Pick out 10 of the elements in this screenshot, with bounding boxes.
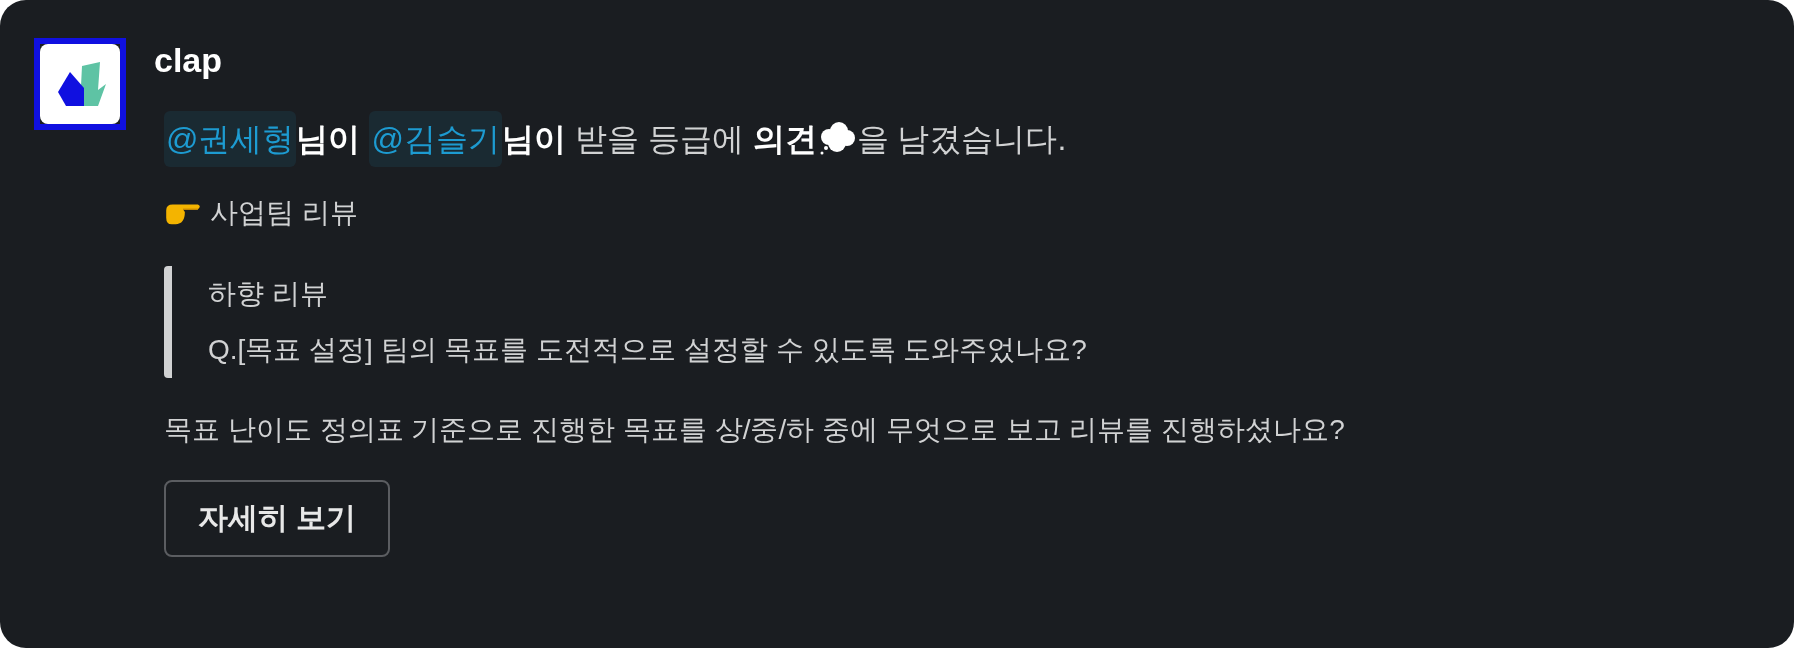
quote-text: Q.[목표 설정] 팀의 목표를 도전적으로 설정할 수 있도록 도와주었나요?	[208, 333, 1087, 367]
mention-link[interactable]: @김슬기	[369, 111, 502, 167]
message-text: @권세형 님이 @김슬기 님이 받을 등급에 의견 을 남겼습니다.	[164, 110, 1067, 168]
details-button[interactable]: 자세히 보기	[164, 480, 390, 557]
mention-link[interactable]: @권세형	[164, 111, 297, 167]
app-logo-icon	[34, 38, 126, 130]
section-title: 사업팀 리뷰	[210, 196, 358, 230]
question-text: 목표 난이도 정의표 기준으로 진행한 목표를 상/중/하 중에 무엇으로 보고 리뷰를 진행하셨나요?	[164, 413, 1345, 447]
sender-name: clap	[154, 40, 223, 80]
quote-text: 하향 리뷰	[208, 277, 329, 311]
